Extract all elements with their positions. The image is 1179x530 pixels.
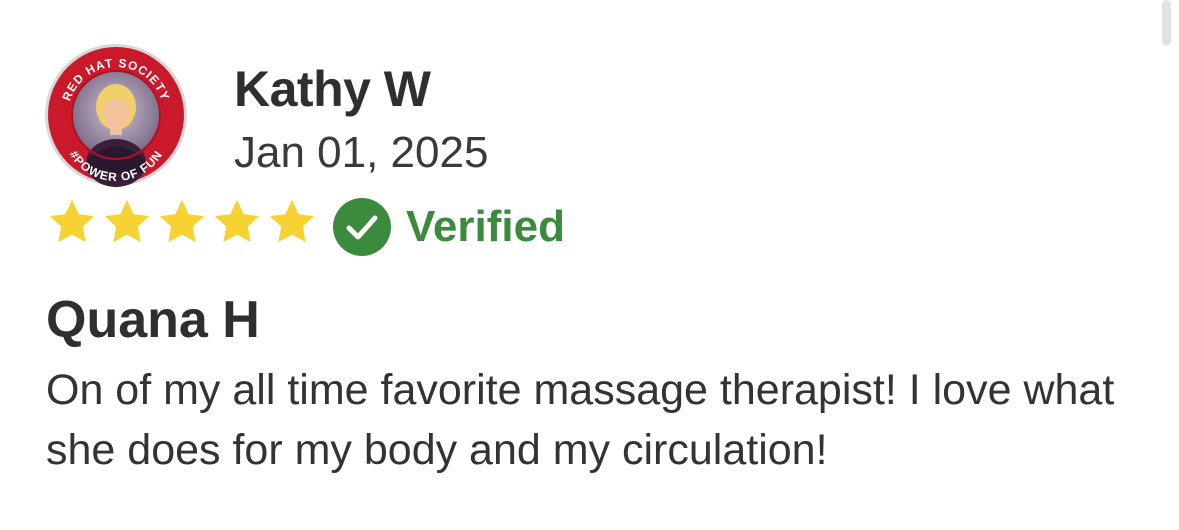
star-icon (214, 199, 260, 243)
verified-label: Verified (406, 202, 565, 251)
star-rating (46, 196, 321, 248)
reviewer-name: Kathy W (234, 61, 431, 117)
check-circle-icon (333, 198, 391, 256)
avatar: RED HAT SOCIETY #POWER OF FUN (45, 44, 187, 187)
star-icon (159, 199, 205, 243)
star-icon (104, 199, 150, 243)
review-body: On of my all time favorite massage thera… (46, 366, 1115, 474)
review-date: Jan 01, 2025 (234, 128, 489, 177)
scrollbar[interactable] (1162, 0, 1171, 46)
review-title: Quana H (46, 291, 260, 349)
star-icon (49, 199, 95, 243)
verified-badge: Verified (332, 197, 565, 257)
star-icon (269, 199, 315, 243)
